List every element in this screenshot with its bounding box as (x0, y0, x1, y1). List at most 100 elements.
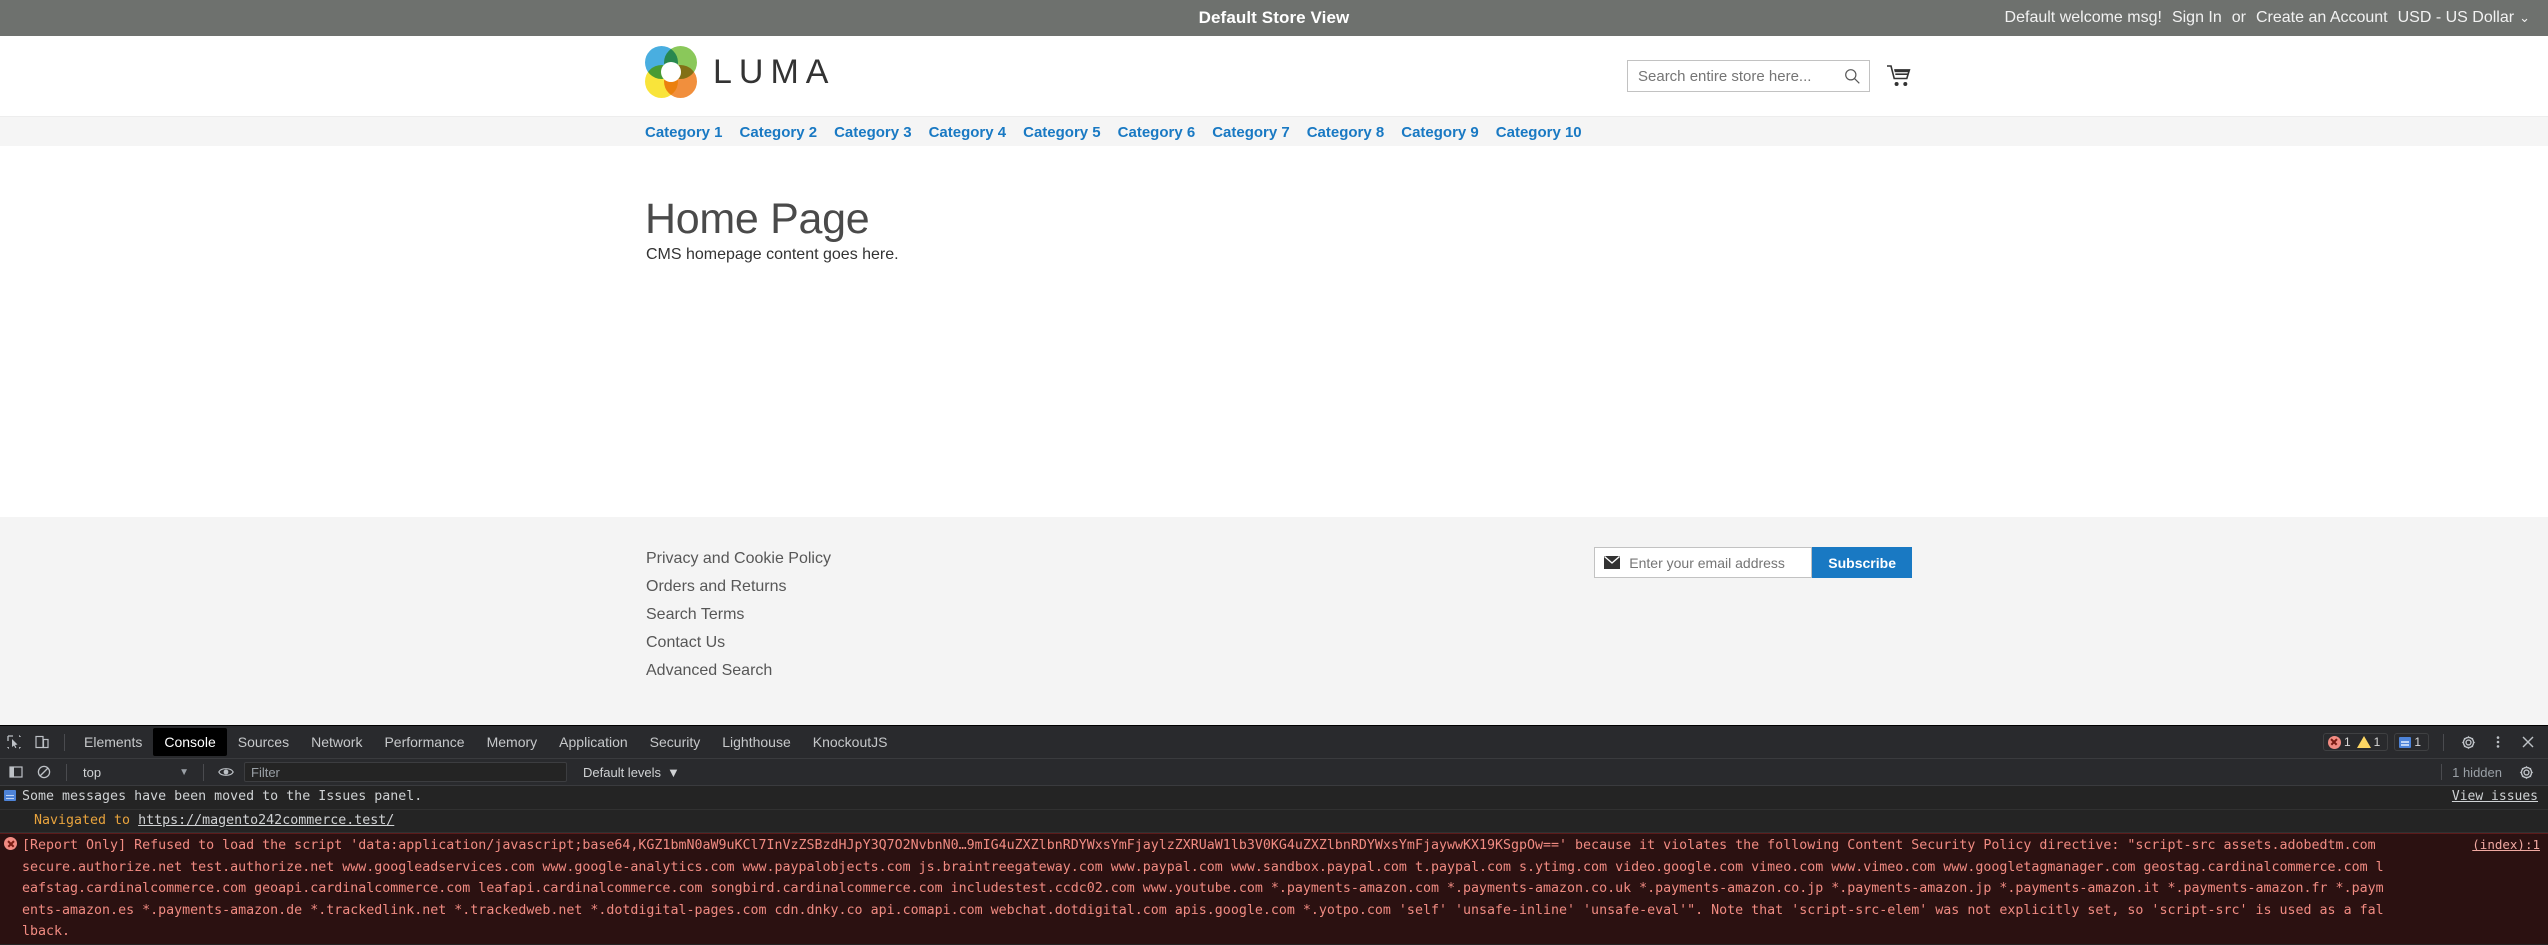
error-icon (4, 836, 18, 851)
create-account-link[interactable]: Create an Account (2256, 9, 2388, 27)
or-separator: or (2231, 9, 2246, 26)
error-count: 1 (2343, 735, 2351, 749)
nav-item-category-6[interactable]: Category 6 (1118, 124, 1196, 141)
chevron-down-icon: ⌄ (2519, 10, 2530, 25)
main-content: Home Page CMS homepage content goes here… (0, 146, 2548, 516)
console-message-text: [Report Only] Refused to load the script… (22, 838, 2384, 940)
nav-item-category-8[interactable]: Category 8 (1307, 124, 1385, 141)
footer-link-search-terms[interactable]: Search Terms (646, 606, 831, 624)
tab-performance[interactable]: Performance (373, 728, 475, 756)
search-box[interactable] (1627, 60, 1870, 92)
currency-switcher[interactable]: USD - US Dollar ⌄ (2398, 9, 2530, 27)
issues-count: 1 (2414, 735, 2421, 749)
console-message-list: Some messages have been moved to the Iss… (0, 786, 2548, 944)
luma-logo-icon (645, 46, 697, 98)
devtools-panel: Elements Console Sources Network Perform… (0, 725, 2548, 945)
page-title: Home Page (645, 194, 870, 243)
error-warning-counters[interactable]: 1 1 (2322, 733, 2389, 751)
navigated-keyword: Navigated to (34, 812, 131, 828)
close-devtools-icon[interactable] (2514, 729, 2542, 755)
console-message-source[interactable]: (index):1 (2472, 835, 2540, 855)
error-icon (2327, 735, 2341, 749)
newsletter-signup: Subscribe (1594, 547, 1912, 578)
tab-lighthouse[interactable]: Lighthouse (711, 728, 802, 756)
execution-context-value: top (83, 764, 102, 780)
clear-console-icon[interactable] (30, 759, 58, 785)
console-settings-gear-icon[interactable] (2512, 759, 2540, 785)
logo-home-link[interactable]: LUMA (645, 46, 835, 98)
store-top-bar-links: Default welcome msg! Sign In or Create a… (2005, 9, 2530, 27)
console-filter-placeholder: Filter (251, 764, 280, 780)
console-message-issues-banner[interactable]: Some messages have been moved to the Iss… (0, 786, 2548, 810)
nav-item-category-10[interactable]: Category 10 (1496, 124, 1582, 141)
toggle-device-toolbar-icon[interactable] (28, 729, 56, 755)
store-top-bar: Default Store View Default welcome msg! … (0, 0, 2548, 36)
log-levels-value: Default levels (583, 764, 662, 780)
toolbar-divider-1 (66, 763, 67, 781)
nav-item-category-5[interactable]: Category 5 (1023, 124, 1101, 141)
tab-knockoutjs[interactable]: KnockoutJS (802, 728, 899, 756)
issues-message-icon (2399, 736, 2412, 748)
tab-network[interactable]: Network (300, 728, 373, 756)
envelope-icon (1604, 556, 1621, 569)
console-toolbar: top ▼ Filter Default levels ▼ 1 hidden (0, 759, 2548, 786)
nav-item-category-3[interactable]: Category 3 (834, 124, 912, 141)
devtools-tabbar: Elements Console Sources Network Perform… (0, 726, 2548, 759)
page-footer: Privacy and Cookie Policy Orders and Ret… (0, 516, 2548, 725)
settings-gear-icon[interactable] (2454, 729, 2482, 755)
tab-elements[interactable]: Elements (73, 728, 153, 756)
console-message-navigated: Navigated to https://magento242commerce.… (0, 810, 2548, 834)
logo-wordmark: LUMA (713, 52, 836, 91)
view-issues-link[interactable]: View issues (2452, 787, 2538, 807)
execution-context-select[interactable]: top ▼ (75, 762, 195, 783)
info-message-icon (4, 788, 18, 802)
nav-item-category-2[interactable]: Category 2 (740, 124, 818, 141)
tab-console[interactable]: Console (153, 728, 227, 756)
category-nav-list: Category 1 Category 2 Category 3 Categor… (645, 117, 1582, 147)
sign-in-link[interactable]: Sign In (2172, 9, 2222, 27)
devtools-tabbar-right: 1 1 1 (2322, 729, 2542, 755)
nav-item-category-4[interactable]: Category 4 (929, 124, 1007, 141)
hidden-messages-count: 1 hidden (2452, 764, 2502, 780)
console-toolbar-right: 1 hidden (2441, 759, 2540, 785)
inspect-element-icon[interactable] (0, 729, 28, 755)
shopping-cart-icon[interactable] (1886, 64, 1912, 88)
footer-link-list: Privacy and Cookie Policy Orders and Ret… (646, 550, 831, 680)
nav-item-category-1[interactable]: Category 1 (645, 124, 723, 141)
footer-link-advanced-search[interactable]: Advanced Search (646, 662, 831, 680)
console-filter-input[interactable]: Filter (244, 762, 567, 782)
store-view-label: Default Store View (1198, 8, 1350, 27)
currency-label: USD - US Dollar (2397, 9, 2515, 26)
store-front-page: Default Store View Default welcome msg! … (0, 0, 2548, 725)
tab-sources[interactable]: Sources (227, 728, 300, 756)
footer-link-orders-returns[interactable]: Orders and Returns (646, 578, 831, 596)
category-navigation: Category 1 Category 2 Category 3 Categor… (0, 116, 2548, 146)
welcome-message: Default welcome msg! (2004, 9, 2162, 26)
subscribe-button[interactable]: Subscribe (1812, 547, 1912, 578)
console-message-text: Some messages have been moved to the Iss… (22, 789, 423, 804)
warning-icon (2356, 736, 2371, 748)
newsletter-email-input[interactable] (1627, 548, 1812, 577)
issues-counter[interactable]: 1 (2394, 733, 2429, 751)
warning-count: 1 (2373, 735, 2381, 749)
chevron-down-icon: ▼ (667, 764, 680, 780)
footer-link-privacy[interactable]: Privacy and Cookie Policy (646, 550, 831, 568)
tab-memory[interactable]: Memory (476, 728, 549, 756)
toolbar-divider-3 (2441, 764, 2443, 780)
store-header: LUMA (0, 36, 2548, 116)
console-sidebar-toggle-icon[interactable] (2, 759, 30, 785)
cms-content-text: CMS homepage content goes here. (646, 246, 899, 263)
footer-link-contact-us[interactable]: Contact Us (646, 634, 831, 652)
live-expression-eye-icon[interactable] (212, 759, 240, 785)
more-options-icon[interactable] (2484, 729, 2512, 755)
nav-item-category-9[interactable]: Category 9 (1401, 124, 1479, 141)
tabbar-divider (64, 733, 65, 751)
newsletter-field-wrap[interactable] (1594, 547, 1813, 578)
navigated-url-link[interactable]: https://magento242commerce.test/ (138, 813, 394, 828)
log-levels-select[interactable]: Default levels ▼ (583, 765, 680, 780)
search-input[interactable] (1628, 61, 1869, 91)
tab-security[interactable]: Security (639, 728, 712, 756)
tab-application[interactable]: Application (548, 728, 639, 756)
console-message-csp-error: [Report Only] Refused to load the script… (0, 833, 2548, 944)
nav-item-category-7[interactable]: Category 7 (1212, 124, 1290, 141)
